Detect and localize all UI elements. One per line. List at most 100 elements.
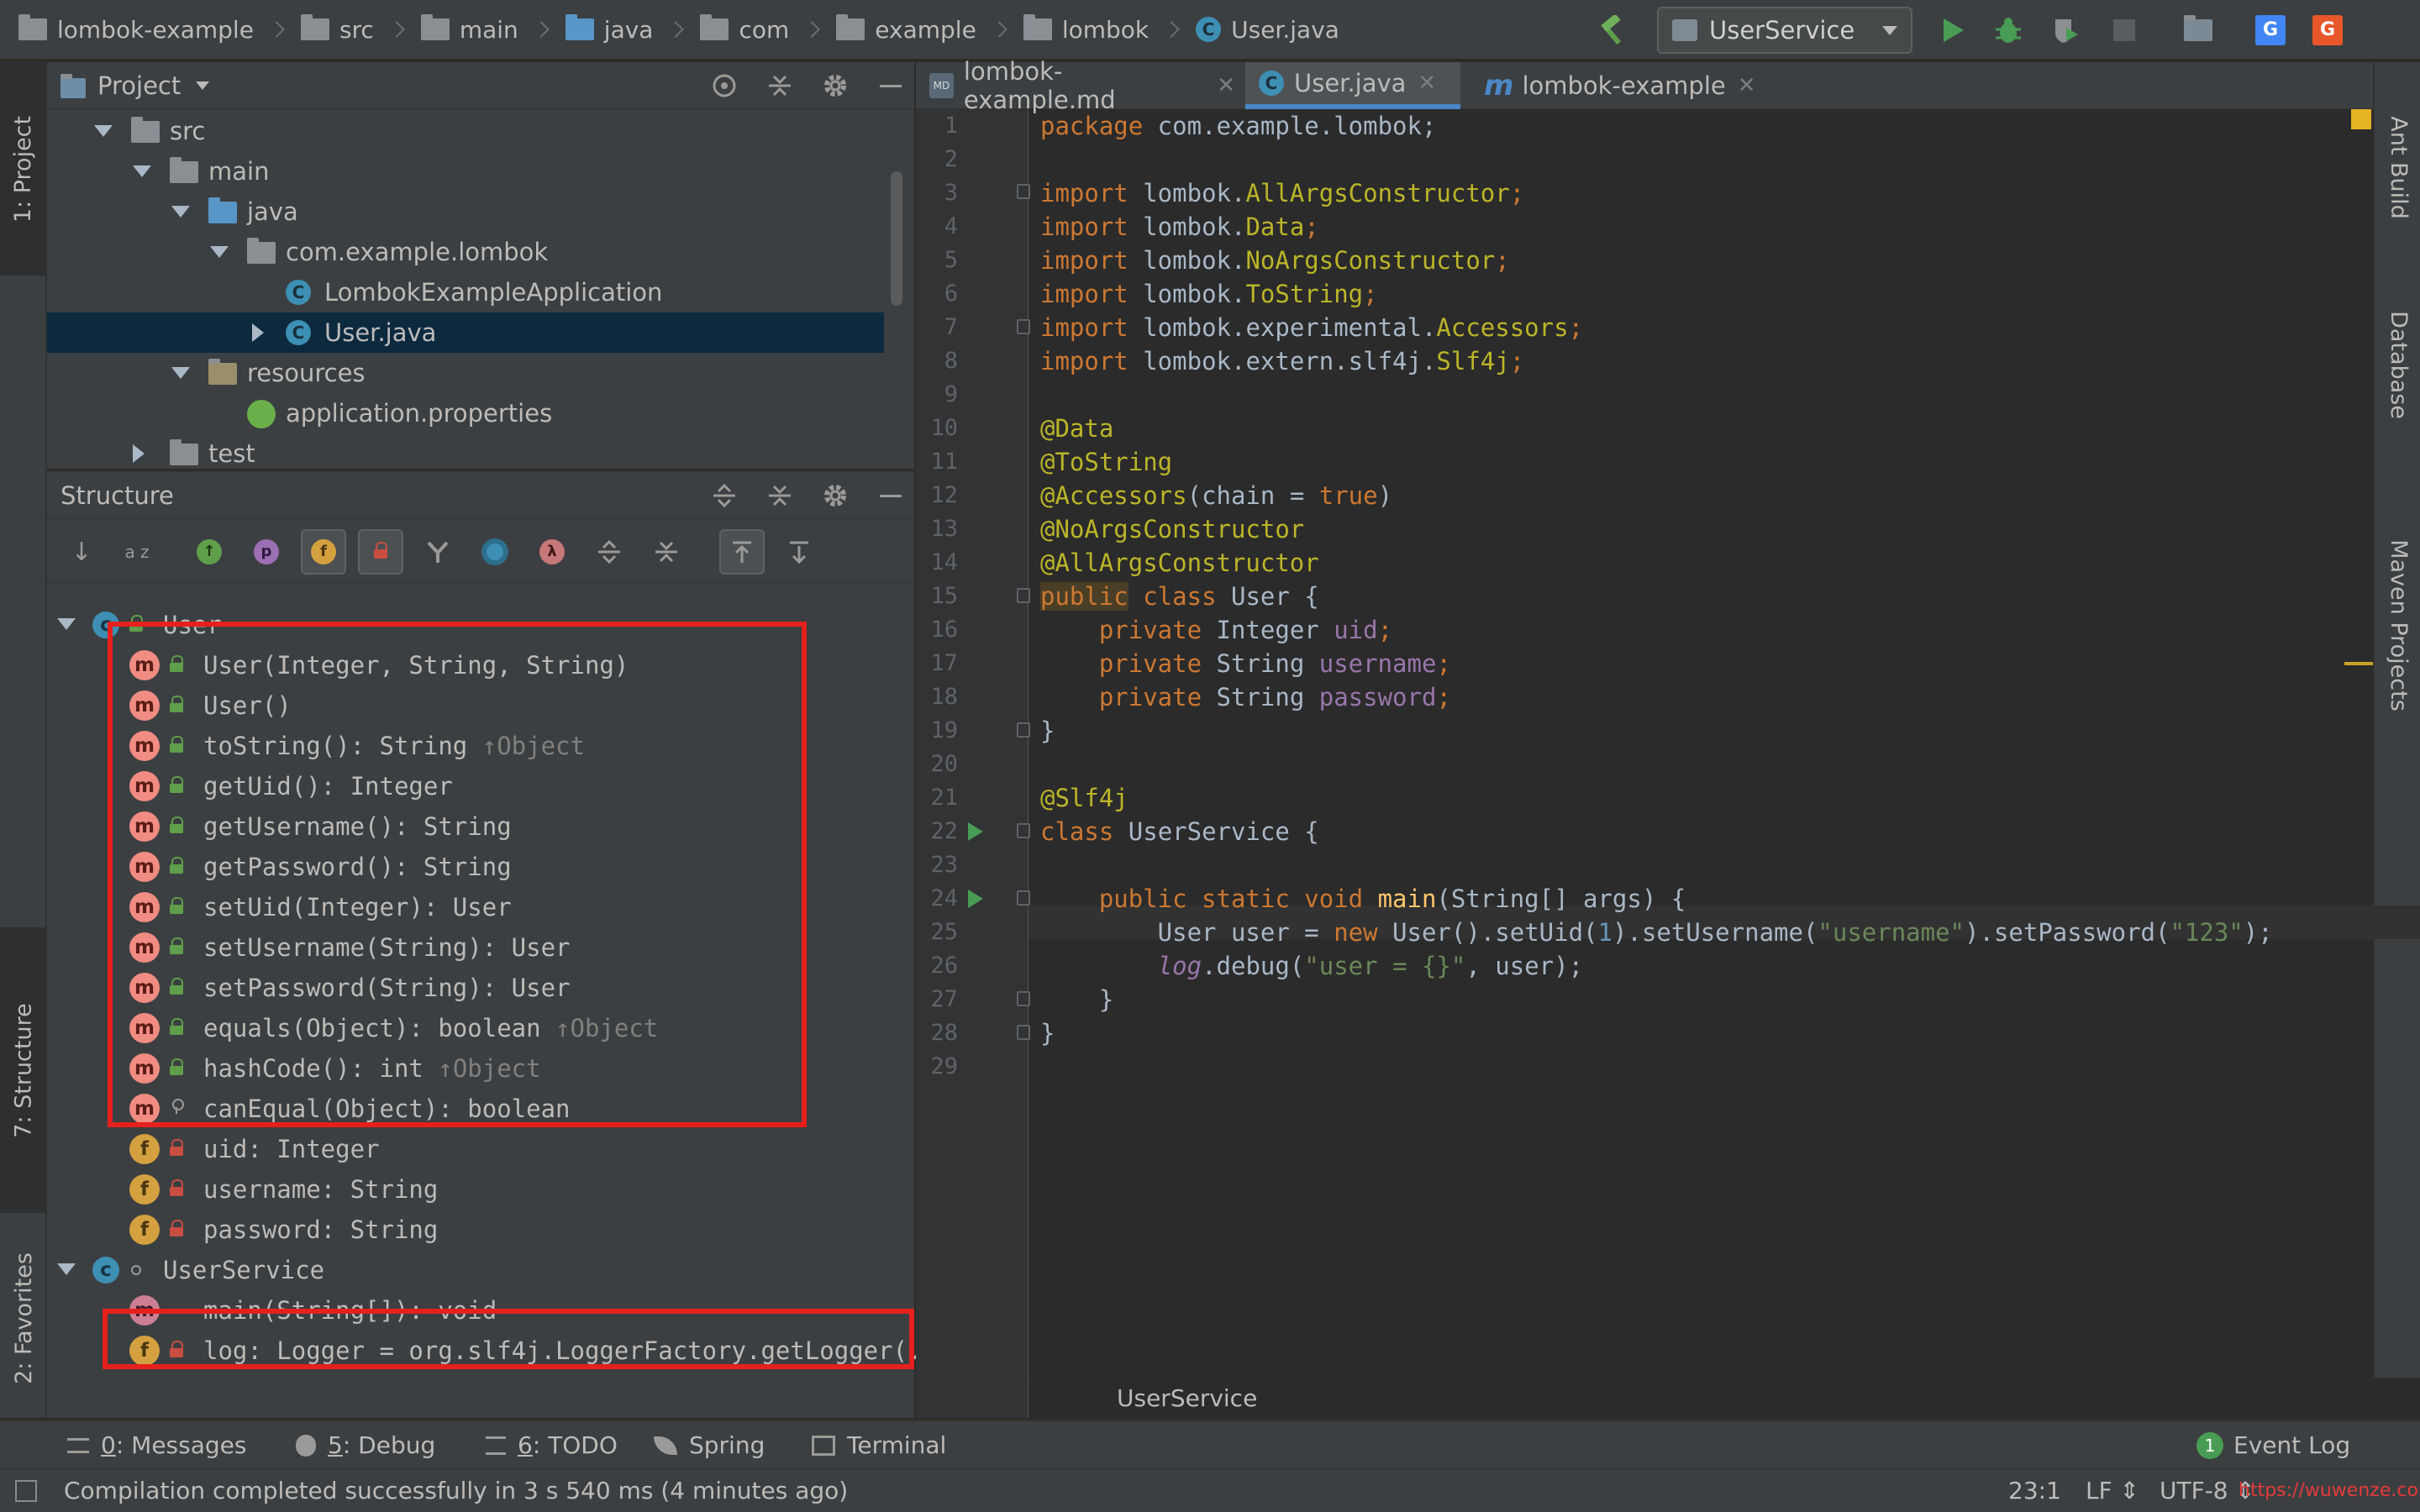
run-button[interactable] <box>1936 13 1970 47</box>
translate-replace-button[interactable]: G <box>2311 13 2344 47</box>
tree-item-resources[interactable]: resources <box>47 353 887 393</box>
fold-marker-icon[interactable] <box>1017 722 1030 738</box>
tree-item-test[interactable]: test <box>47 433 887 474</box>
locate-icon[interactable] <box>709 71 739 101</box>
structure-row-class-userservice[interactable]: c UserService <box>47 1250 914 1290</box>
warning-marker-icon[interactable] <box>2344 662 2373 665</box>
breadcrumb-java[interactable]: java <box>547 0 685 60</box>
breadcrumb-example[interactable]: example <box>818 0 1007 60</box>
breadcrumb-project[interactable]: lombok-example <box>0 0 285 60</box>
editor-breadcrumb[interactable]: UserService <box>1029 1378 2420 1418</box>
tab-project[interactable]: 1: Project <box>0 62 47 276</box>
tree-item-application-class[interactable]: C LombokExampleApplication <box>47 272 887 312</box>
tab-user-java[interactable]: C User.java ✕ <box>1245 62 1460 109</box>
code-line: } <box>1040 717 1055 745</box>
fold-marker-icon[interactable] <box>1017 1025 1030 1040</box>
folder-icon <box>18 14 47 40</box>
toggle-tool-windows-icon[interactable] <box>15 1480 37 1502</box>
breadcrumb-main[interactable]: main <box>402 0 550 60</box>
tree-item-main[interactable]: main <box>47 151 887 192</box>
tab-lombok-example-maven[interactable]: m lombok-example ✕ <box>1470 62 1756 109</box>
breadcrumb-com[interactable]: com <box>681 0 821 60</box>
line-separator-select[interactable]: LF ⇕ <box>2086 1469 2139 1512</box>
tab-database[interactable]: Database <box>2375 272 2420 457</box>
tree-item-application-properties[interactable]: application.properties <box>47 393 887 433</box>
fold-marker-icon[interactable] <box>1017 184 1030 199</box>
build-hammer-icon[interactable] <box>1597 15 1628 47</box>
tree-item-java[interactable]: java <box>47 192 887 232</box>
project-structure-button[interactable] <box>2181 13 2215 47</box>
expand-all-button[interactable] <box>587 529 632 575</box>
code-line: private String password; <box>1040 683 1451 711</box>
run-gutter-icon[interactable] <box>968 822 983 841</box>
code-line: import lombok.AllArgsConstructor; <box>1040 179 1525 207</box>
project-view-select[interactable]: Project <box>97 71 181 100</box>
collapse-all-button[interactable] <box>644 529 689 575</box>
expand-all-icon[interactable] <box>709 480 739 511</box>
autoscroll-from-source-button[interactable] <box>776 529 822 575</box>
gear-icon[interactable] <box>820 480 850 511</box>
warning-marker-icon[interactable] <box>2351 109 2371 129</box>
close-icon[interactable]: ✕ <box>1738 73 1756 98</box>
sort-by-visibility-button[interactable]: ↓ <box>59 529 104 575</box>
close-icon[interactable]: ✕ <box>1418 71 1436 96</box>
show-inherited-button[interactable]: ↑ <box>187 529 232 575</box>
show-properties-button[interactable]: p <box>244 529 289 575</box>
tab-maven-projects[interactable]: Maven Projects <box>2375 474 2420 776</box>
stop-button[interactable] <box>2107 13 2141 47</box>
hide-panel-icon[interactable] <box>876 480 906 511</box>
hide-panel-icon[interactable] <box>876 71 906 101</box>
debug-button[interactable] <box>1991 13 2025 47</box>
tab-terminal[interactable]: Terminal <box>812 1421 946 1470</box>
show-non-public-button[interactable] <box>358 529 403 575</box>
tree-item-package[interactable]: com.example.lombok <box>47 232 887 272</box>
tab-event-log[interactable]: 1 Event Log <box>2196 1421 2350 1470</box>
close-icon[interactable]: ✕ <box>1217 73 1235 98</box>
tab-favorites[interactable]: 2: Favorites <box>0 1179 47 1457</box>
project-scrollbar[interactable] <box>891 171 902 306</box>
tree-item-src[interactable]: src <box>47 111 887 151</box>
show-fields-button[interactable]: f <box>301 529 346 575</box>
structure-row-field[interactable]: f uid: Integer <box>47 1129 914 1169</box>
fold-marker-icon[interactable] <box>1017 588 1030 603</box>
cursor-position[interactable]: 23:1 <box>2008 1469 2061 1512</box>
breadcrumb-lombok[interactable]: lombok <box>1005 0 1181 60</box>
status-message[interactable]: Compilation completed successfully in 3 … <box>64 1469 848 1512</box>
sort-alphabetically-button[interactable]: a z <box>114 529 160 575</box>
tab-todo[interactable]: 6: TODO <box>486 1421 618 1470</box>
expand-icon <box>598 539 620 564</box>
structure-row-field[interactable]: f username: String <box>47 1169 914 1210</box>
tree-item-user-java[interactable]: C User.java <box>47 312 884 353</box>
project-panel-header: Project <box>47 62 914 109</box>
watermark: https://wuwenze.com <box>2238 1480 2420 1501</box>
fold-marker-icon[interactable] <box>1017 823 1030 838</box>
tab-ant-build[interactable]: Ant Build <box>2375 79 2420 255</box>
breadcrumb-src[interactable]: src <box>282 0 405 60</box>
tab-lombok-example-md[interactable]: MD lombok-example.md ✕ <box>916 57 1235 114</box>
run-gutter-icon[interactable] <box>968 890 983 908</box>
field-icon: f <box>129 1174 160 1205</box>
tab-debug[interactable]: 5: Debug <box>296 1421 435 1470</box>
fold-marker-icon[interactable] <box>1017 319 1030 334</box>
expand-arrow-icon <box>171 367 190 379</box>
show-anonymous-button[interactable] <box>415 529 460 575</box>
coverage-button[interactable] <box>2049 13 2082 47</box>
fold-marker-icon[interactable] <box>1017 890 1030 906</box>
translate-button[interactable]: G <box>2254 13 2287 47</box>
code-line: } <box>1040 1019 1055 1047</box>
collapse-all-icon[interactable] <box>765 71 795 101</box>
line-number-gutter[interactable]: 1 2 3 4 5 6 7 8 9 10 11 12 13 14 15 16 1… <box>916 109 1030 1418</box>
tab-messages[interactable]: 0: Messages <box>67 1421 246 1470</box>
gear-icon[interactable] <box>820 71 850 101</box>
tab-spring[interactable]: Spring <box>654 1421 765 1470</box>
run-configuration-select[interactable]: UserService <box>1657 7 1912 54</box>
tab-structure[interactable]: 7: Structure <box>0 927 47 1213</box>
show-interfaces-button[interactable] <box>472 529 518 575</box>
breadcrumb-file[interactable]: C User.java <box>1177 0 1339 60</box>
fold-marker-icon[interactable] <box>1017 991 1030 1006</box>
show-lambdas-button[interactable]: λ <box>529 529 575 575</box>
structure-row-field[interactable]: f password: String <box>47 1210 914 1250</box>
autoscroll-to-source-button[interactable] <box>719 529 765 575</box>
collapse-all-icon[interactable] <box>765 480 795 511</box>
error-stripe[interactable] <box>2344 109 2373 1378</box>
